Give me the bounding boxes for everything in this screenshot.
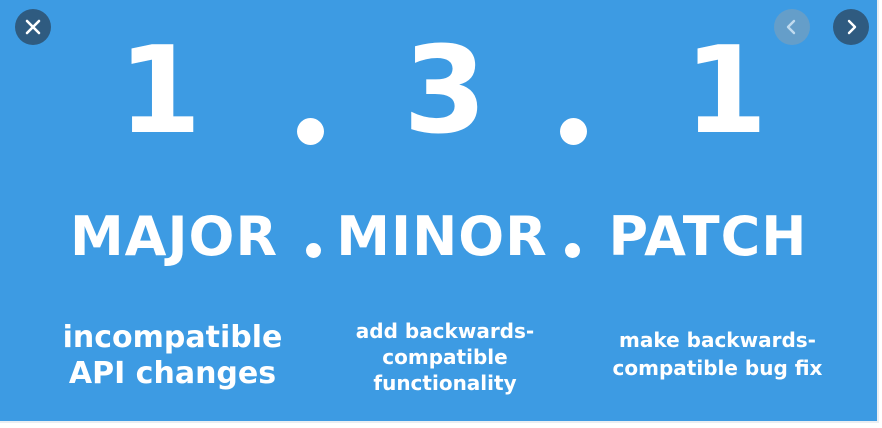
major-version-number: 1 xyxy=(118,22,202,161)
minor-description-line: add backwards- xyxy=(355,319,535,343)
patch-description-line: compatible bug fix xyxy=(612,356,823,380)
version-separator-dot xyxy=(560,118,587,145)
minor-description-line: compatible xyxy=(382,345,508,369)
semver-slide: 1 3 1 MAJOR MINOR PATCH incompatible API… xyxy=(0,0,879,423)
patch-description: make backwards- compatible bug fix xyxy=(590,326,845,382)
next-button[interactable] xyxy=(833,9,869,45)
minor-version-number: 3 xyxy=(403,22,487,161)
patch-version-number: 1 xyxy=(684,22,768,161)
label-separator-dot xyxy=(565,243,580,258)
chevron-left-icon xyxy=(786,19,796,35)
close-icon xyxy=(25,19,41,35)
major-description-line: incompatible xyxy=(62,320,283,355)
minor-label: MINOR xyxy=(336,205,548,268)
patch-label: PATCH xyxy=(608,205,808,268)
version-separator-dot xyxy=(297,118,324,145)
minor-description: add backwards- compatible functionality xyxy=(330,318,560,396)
minor-description-line: functionality xyxy=(373,371,517,395)
major-description: incompatible API changes xyxy=(50,320,295,392)
image-viewer: 1 3 1 MAJOR MINOR PATCH incompatible API… xyxy=(0,0,882,428)
chevron-right-icon xyxy=(847,19,857,35)
previous-button[interactable] xyxy=(774,9,810,45)
major-description-line: API changes xyxy=(68,356,277,391)
close-button[interactable] xyxy=(15,9,51,45)
patch-description-line: make backwards- xyxy=(619,328,816,352)
label-separator-dot xyxy=(306,243,321,258)
major-label: MAJOR xyxy=(69,205,279,268)
